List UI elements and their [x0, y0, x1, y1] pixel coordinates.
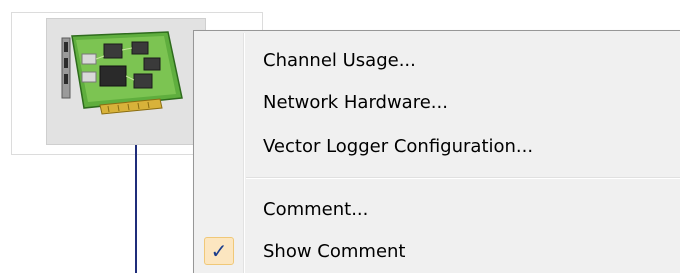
menu-item-comment[interactable]: Comment...	[197, 190, 680, 228]
menu-separator	[246, 177, 680, 179]
network-interface-card-icon	[61, 31, 183, 115]
menu-item-network-hardware[interactable]: Network Hardware...	[197, 83, 680, 121]
menu-item-vector-logger-configuration[interactable]: Vector Logger Configuration...	[197, 127, 680, 165]
connector-line	[135, 145, 137, 273]
menu-item-label: Network Hardware...	[263, 91, 448, 113]
menu-item-label: Channel Usage...	[263, 49, 416, 71]
menu-item-label: Show Comment	[263, 240, 406, 262]
context-menu: Channel Usage... Network Hardware... Vec…	[193, 30, 680, 273]
menu-item-label: Comment...	[263, 198, 369, 220]
menu-item-channel-usage[interactable]: Channel Usage...	[197, 41, 680, 79]
canvas: Channel Usage... Network Hardware... Vec…	[0, 0, 680, 273]
menu-item-show-comment[interactable]: ✓ Show Comment	[197, 232, 680, 270]
menu-item-label: Vector Logger Configuration...	[263, 135, 534, 157]
checkmark-icon: ✓	[204, 237, 234, 265]
